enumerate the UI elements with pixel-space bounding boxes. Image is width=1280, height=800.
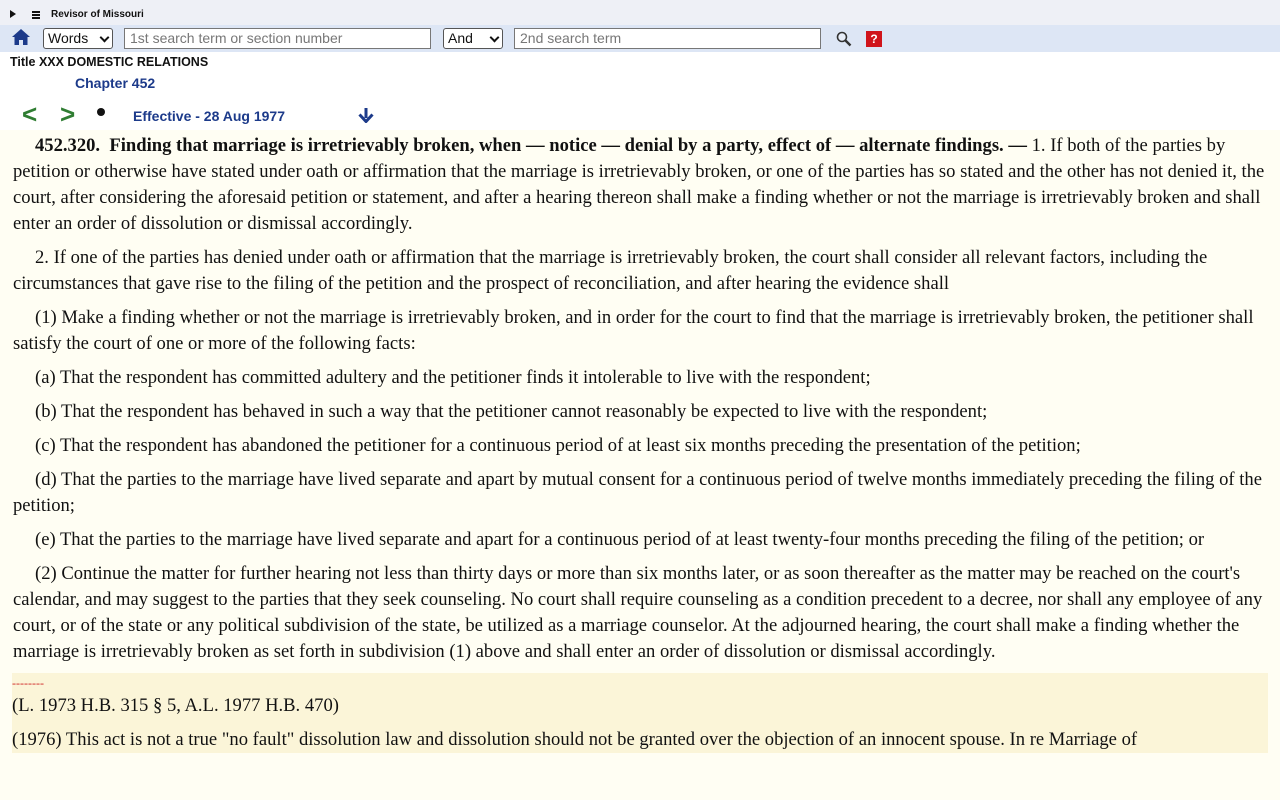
paragraph-e-text: (e) That the parties to the marriage hav… [35, 529, 1205, 550]
section-paragraph-2: 2. If one of the parties has denied unde… [13, 245, 1268, 297]
previous-section-button[interactable]: < [22, 99, 37, 130]
effective-date: Effective - 28 Aug 1977 [133, 108, 285, 124]
term2-input[interactable]: 2nd search term [514, 28, 821, 49]
section-paragraph-1: 452.320. Finding that marriage is irretr… [13, 133, 1268, 237]
subdivision-1: (1) Make a finding whether or not the ma… [13, 305, 1268, 357]
term1-placeholder: 1st search term or section number [130, 30, 343, 46]
menu-icon[interactable] [32, 11, 40, 20]
term2-placeholder: 2nd search term [520, 30, 622, 46]
breadcrumb: Title XXX DOMESTIC RELATIONS Chapter 452… [0, 52, 1280, 130]
dropdown-chevron-icon [489, 32, 500, 43]
subdivision-2: (2) Continue the matter for further hear… [13, 561, 1268, 665]
search-mode-select[interactable]: Words [43, 28, 113, 49]
top-bar: Revisor of Missouri [0, 0, 1280, 25]
section-heading: Finding that marriage is irretrievably b… [109, 135, 1027, 156]
section-number: 452.320. [35, 135, 101, 156]
paragraph-b-text: (b) That the respondent has behaved in s… [35, 401, 988, 422]
scroll-down-arrow-icon[interactable] [358, 107, 374, 123]
site-name: Revisor of Missouri [51, 9, 144, 20]
help-icon[interactable]: ? [866, 31, 882, 47]
annotation-text: (1976) This act is not a true "no fault"… [12, 729, 1138, 750]
paragraph-c-text: (c) That the respondent has abandoned th… [35, 435, 1081, 456]
paragraph-d: (d) That the parties to the marriage hav… [13, 467, 1268, 519]
chapter-link[interactable]: Chapter 452 [75, 75, 155, 91]
next-section-button[interactable]: > [60, 99, 75, 130]
paragraph-a-text: (a) That the respondent has committed ad… [35, 367, 871, 388]
dropdown-chevron-icon [99, 32, 110, 43]
section-dot-icon[interactable] [97, 108, 105, 116]
paragraph-b: (b) That the respondent has behaved in s… [13, 399, 1268, 425]
connector-select[interactable]: And [443, 28, 503, 49]
search-bar: Words 1st search term or section number … [0, 25, 1280, 52]
subdivision-2-text: (2) Continue the matter for further hear… [13, 563, 1263, 662]
history-line: (L. 1973 H.B. 315 § 5, A.L. 1977 H.B. 47… [12, 695, 339, 716]
paragraph-c: (c) That the respondent has abandoned th… [13, 433, 1268, 459]
subdivision-1-text: (1) Make a finding whether or not the ma… [13, 307, 1254, 354]
magnifier-icon[interactable] [836, 31, 852, 47]
paragraph-a: (a) That the respondent has committed ad… [13, 365, 1268, 391]
search-mode-value: Words [48, 30, 89, 46]
term1-input[interactable]: 1st search term or section number [124, 28, 431, 49]
connector-value: And [448, 30, 473, 46]
footnote-box: -------- (L. 1973 H.B. 315 § 5, A.L. 197… [12, 673, 1268, 753]
home-icon[interactable] [11, 28, 31, 46]
section-content: 452.320. Finding that marriage is irretr… [0, 130, 1280, 800]
footnote-divider: -------- [12, 676, 44, 690]
title-label[interactable]: Title XXX DOMESTIC RELATIONS [10, 55, 208, 69]
expand-triangle-icon[interactable] [10, 10, 16, 18]
paragraph-e: (e) That the parties to the marriage hav… [13, 527, 1268, 553]
paragraph-d-text: (d) That the parties to the marriage hav… [13, 469, 1262, 516]
paragraph-2-text: 2. If one of the parties has denied unde… [13, 247, 1208, 294]
